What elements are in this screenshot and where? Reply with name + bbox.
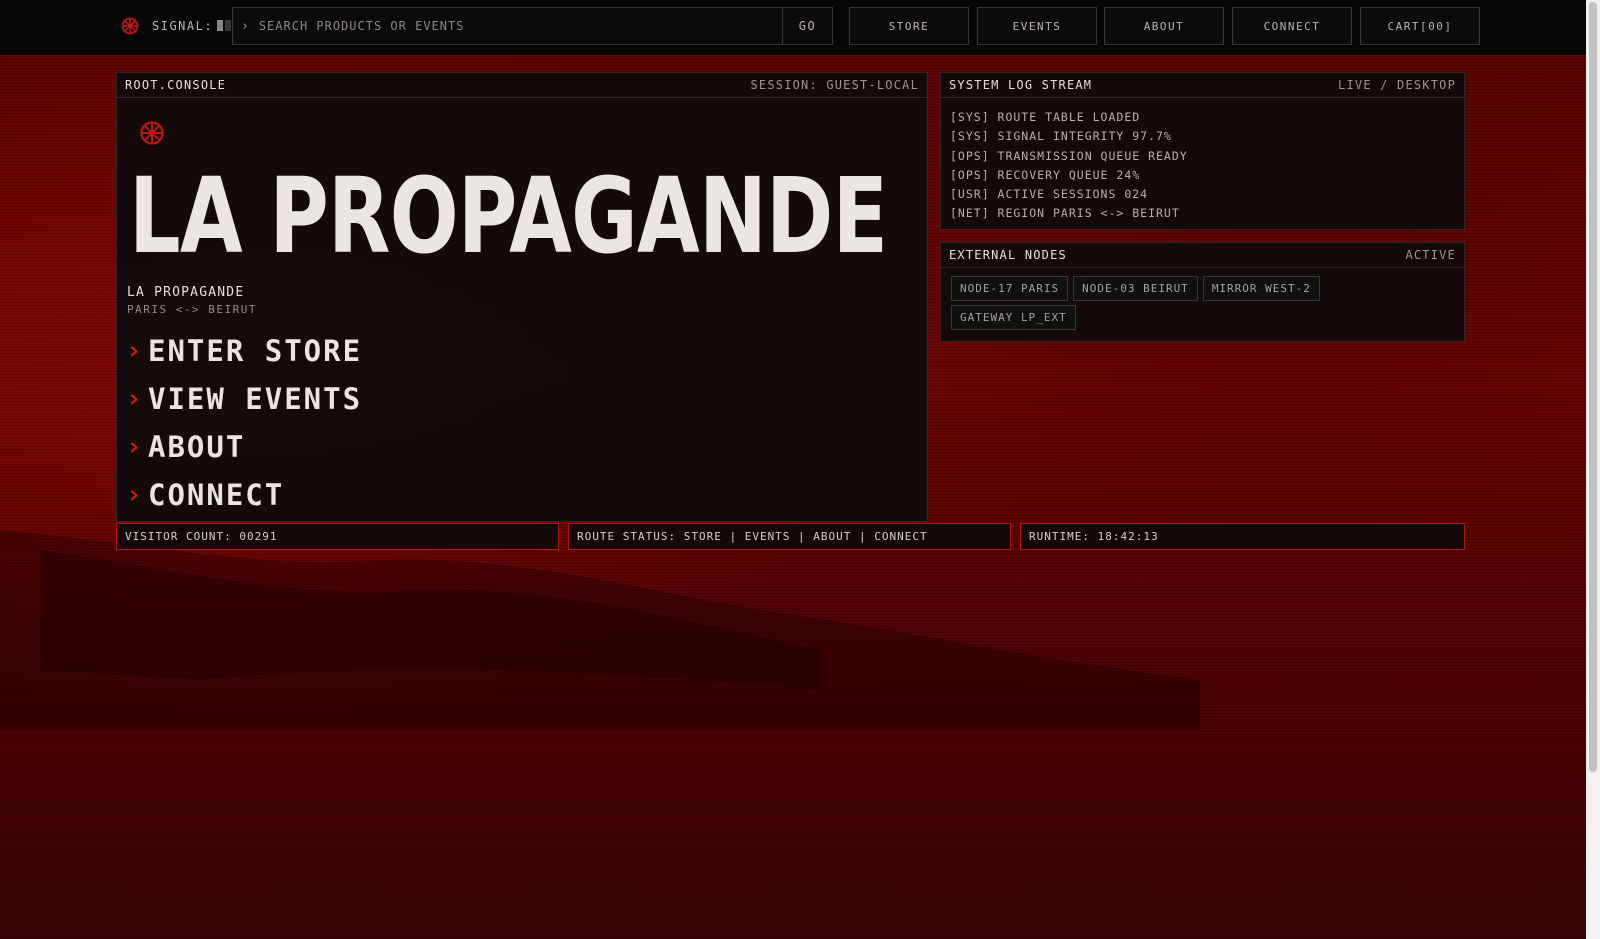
log-line: [SYS] SIGNAL INTEGRITY 97.7% [950, 129, 1172, 144]
background-silhouette [0, 530, 1200, 730]
nav-cart-button[interactable]: CART[00] [1360, 7, 1480, 45]
menu-item-view-events[interactable]: › VIEW EVENTS [126, 375, 362, 423]
menu-item-enter-store[interactable]: › ENTER STORE [126, 327, 362, 375]
panel-title: SYSTEM LOG STREAM [949, 78, 1093, 92]
nav-events-button[interactable]: EVENTS [977, 7, 1097, 45]
nav-store-button[interactable]: STORE [849, 7, 969, 45]
main-menu: › ENTER STORE › VIEW EVENTS › ABOUT › CO… [126, 327, 362, 519]
panel-meta: ACTIVE [1405, 248, 1456, 262]
brand-location: PARIS <-> BEIRUT [127, 303, 257, 316]
log-line: [USR] ACTIVE SESSIONS 024 [950, 187, 1149, 202]
search-input[interactable] [258, 19, 759, 33]
signal-meter [217, 20, 231, 31]
node-chip[interactable]: NODE-17 PARIS [951, 276, 1069, 301]
session-label: SESSION: GUEST-LOCAL [750, 78, 919, 92]
route-status: ROUTE STATUS: STORE | EVENTS | ABOUT | C… [568, 523, 1011, 550]
external-nodes-panel: EXTERNAL NODES ACTIVE NODE-17 PARIS NODE… [940, 242, 1465, 342]
nav-connect-button[interactable]: CONNECT [1232, 7, 1352, 45]
node-chip[interactable]: GATEWAY LP_EXT [951, 305, 1076, 330]
prompt-caret-icon: › [241, 18, 249, 34]
log-line: [OPS] TRANSMISSION QUEUE READY [950, 148, 1188, 163]
emblem-icon [140, 121, 164, 145]
menu-item-connect[interactable]: › CONNECT [126, 471, 362, 519]
signal-label: SIGNAL: [152, 19, 214, 33]
nav-about-button[interactable]: ABOUT [1104, 7, 1224, 45]
log-line: [SYS] ROUTE TABLE LOADED [950, 110, 1141, 124]
brand-wordmark: LA PROPAGANDE [129, 155, 888, 277]
brand-name: LA PROPAGANDE [127, 285, 245, 300]
node-chip-list: NODE-17 PARIS NODE-03 BEIRUT MIRROR WEST… [941, 268, 1381, 338]
panel-title: ROOT.CONSOLE [125, 78, 227, 92]
menu-item-label: ENTER STORE [148, 334, 363, 368]
panel-meta: LIVE / DESKTOP [1338, 78, 1456, 92]
search-box[interactable]: › [232, 7, 783, 45]
panel-header: ROOT.CONSOLE SESSION: GUEST-LOCAL [117, 73, 927, 98]
system-log-panel: SYSTEM LOG STREAM LIVE / DESKTOP [SYS] R… [940, 72, 1465, 230]
node-chip[interactable]: NODE-03 BEIRUT [1073, 276, 1198, 301]
top-bar: SIGNAL: › GO STORE EVENTS ABOUT CONNECT … [0, 0, 1586, 56]
node-chip[interactable]: MIRROR WEST-2 [1202, 276, 1320, 301]
chevron-right-icon: › [126, 432, 142, 462]
menu-item-label: VIEW EVENTS [148, 382, 363, 416]
menu-item-label: CONNECT [148, 478, 285, 512]
chevron-right-icon: › [126, 384, 142, 414]
menu-item-about[interactable]: › ABOUT [126, 423, 362, 471]
go-button[interactable]: GO [782, 7, 833, 45]
log-list: [SYS] ROUTE TABLE LOADED [SYS] SIGNAL IN… [941, 98, 1464, 234]
panel-header: SYSTEM LOG STREAM LIVE / DESKTOP [941, 73, 1464, 98]
chevron-right-icon: › [126, 480, 142, 510]
runtime-status: RUNTIME: 18:42:13 [1020, 523, 1465, 550]
root-console-panel: ROOT.CONSOLE SESSION: GUEST-LOCAL LA PRO… [116, 72, 928, 522]
visitor-count-status: VISITOR COUNT: 00291 [116, 523, 559, 550]
panel-header: EXTERNAL NODES ACTIVE [941, 243, 1464, 268]
emblem-icon[interactable] [121, 16, 139, 36]
menu-item-label: ABOUT [148, 430, 246, 464]
chevron-right-icon: › [126, 336, 142, 366]
panel-title: EXTERNAL NODES [949, 248, 1067, 262]
log-line: [NET] REGION PARIS <-> BEIRUT [950, 206, 1180, 221]
log-line: [OPS] RECOVERY QUEUE 24% [950, 167, 1141, 182]
scrollbar-thumb[interactable] [1589, 2, 1597, 772]
